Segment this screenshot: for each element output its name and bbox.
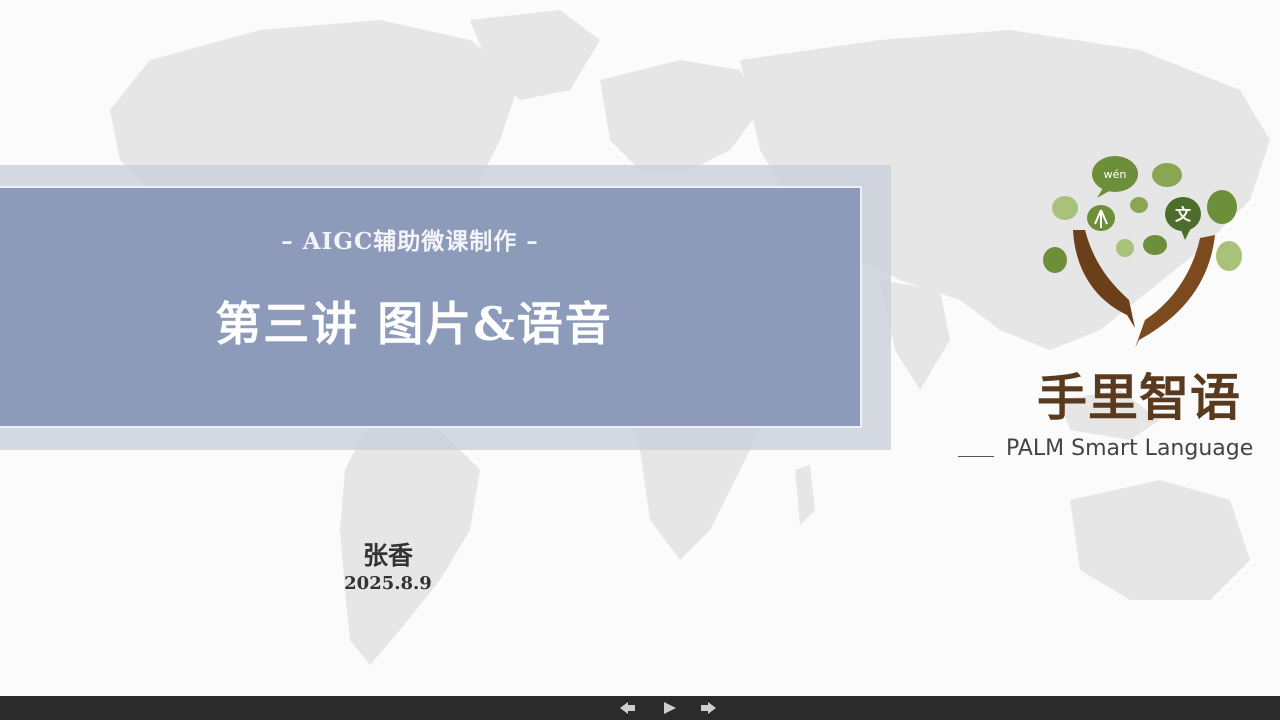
logo-bubble-wen-char: 文 (1175, 205, 1192, 224)
brand-name-english: PALM Smart Language (1006, 436, 1254, 461)
presentation-control-bar (0, 696, 1280, 720)
brand-name-chinese: 手里智语 (1037, 369, 1241, 427)
slide-subtitle: – AIGC辅助微课制作 – (281, 228, 539, 255)
play-icon[interactable] (660, 700, 680, 716)
presentation-date: 2025.8.9 (344, 573, 432, 594)
author-name: 张香 (362, 541, 413, 570)
logo-bubble-wen: wén (1104, 168, 1127, 181)
slide-canvas: – AIGC辅助微课制作 – 第三讲 图片&语音 张香 2025.8.9 wén… (0, 0, 1280, 696)
palm-logo-icon: wén 文 (1043, 156, 1242, 348)
brand-divider-line (958, 456, 994, 457)
next-slide-icon[interactable] (698, 700, 718, 716)
slide-title: 第三讲 图片&语音 (215, 297, 613, 351)
prev-slide-icon[interactable] (618, 700, 638, 716)
